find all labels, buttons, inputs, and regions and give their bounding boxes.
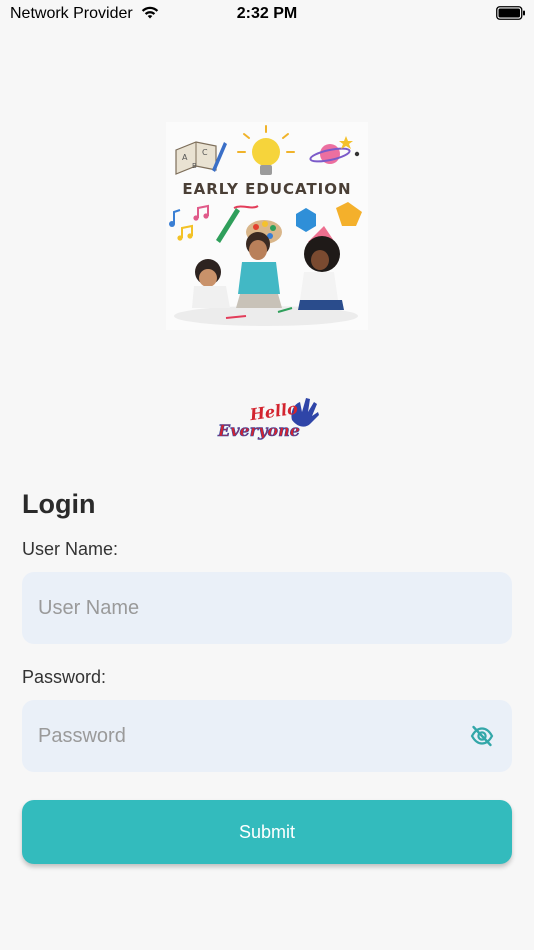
hello-everyone-logo: Hello Everyone [216, 394, 320, 448]
status-bar: Network Provider 2:32 PM [0, 0, 534, 28]
battery-icon [496, 6, 525, 20]
submit-button[interactable]: Submit [22, 800, 512, 864]
username-label: User Name: [22, 539, 119, 559]
light-bulb-icon [237, 125, 295, 175]
book-letter-b: B [192, 162, 197, 170]
children-drawing-illustration [174, 232, 358, 326]
illustration-title: EARLY EDUCATION [182, 180, 352, 198]
music-notes-icon [169, 204, 209, 241]
planet-icon [309, 136, 360, 164]
username-field[interactable] [22, 572, 512, 644]
password-input[interactable] [38, 700, 458, 772]
username-input[interactable] [38, 572, 458, 644]
book-letter-c: C [202, 148, 208, 157]
illustration-art: A B C [169, 125, 362, 326]
logo-art: Hello Everyone [217, 398, 319, 440]
book-letter-a: A [182, 153, 188, 162]
login-screen: Network Provider 2:32 PM A B C EARLY EDU… [0, 0, 534, 950]
book-icon: A B C [175, 141, 217, 175]
password-field[interactable] [22, 700, 512, 772]
logo-word-everyone: Everyone [217, 421, 300, 440]
password-label: Password: [22, 667, 107, 687]
status-time: 2:32 PM [236, 5, 298, 22]
login-heading: Login [22, 489, 96, 519]
early-education-illustration: A B C EARLY EDUCATION [166, 122, 368, 330]
eye-off-icon[interactable] [470, 724, 494, 748]
